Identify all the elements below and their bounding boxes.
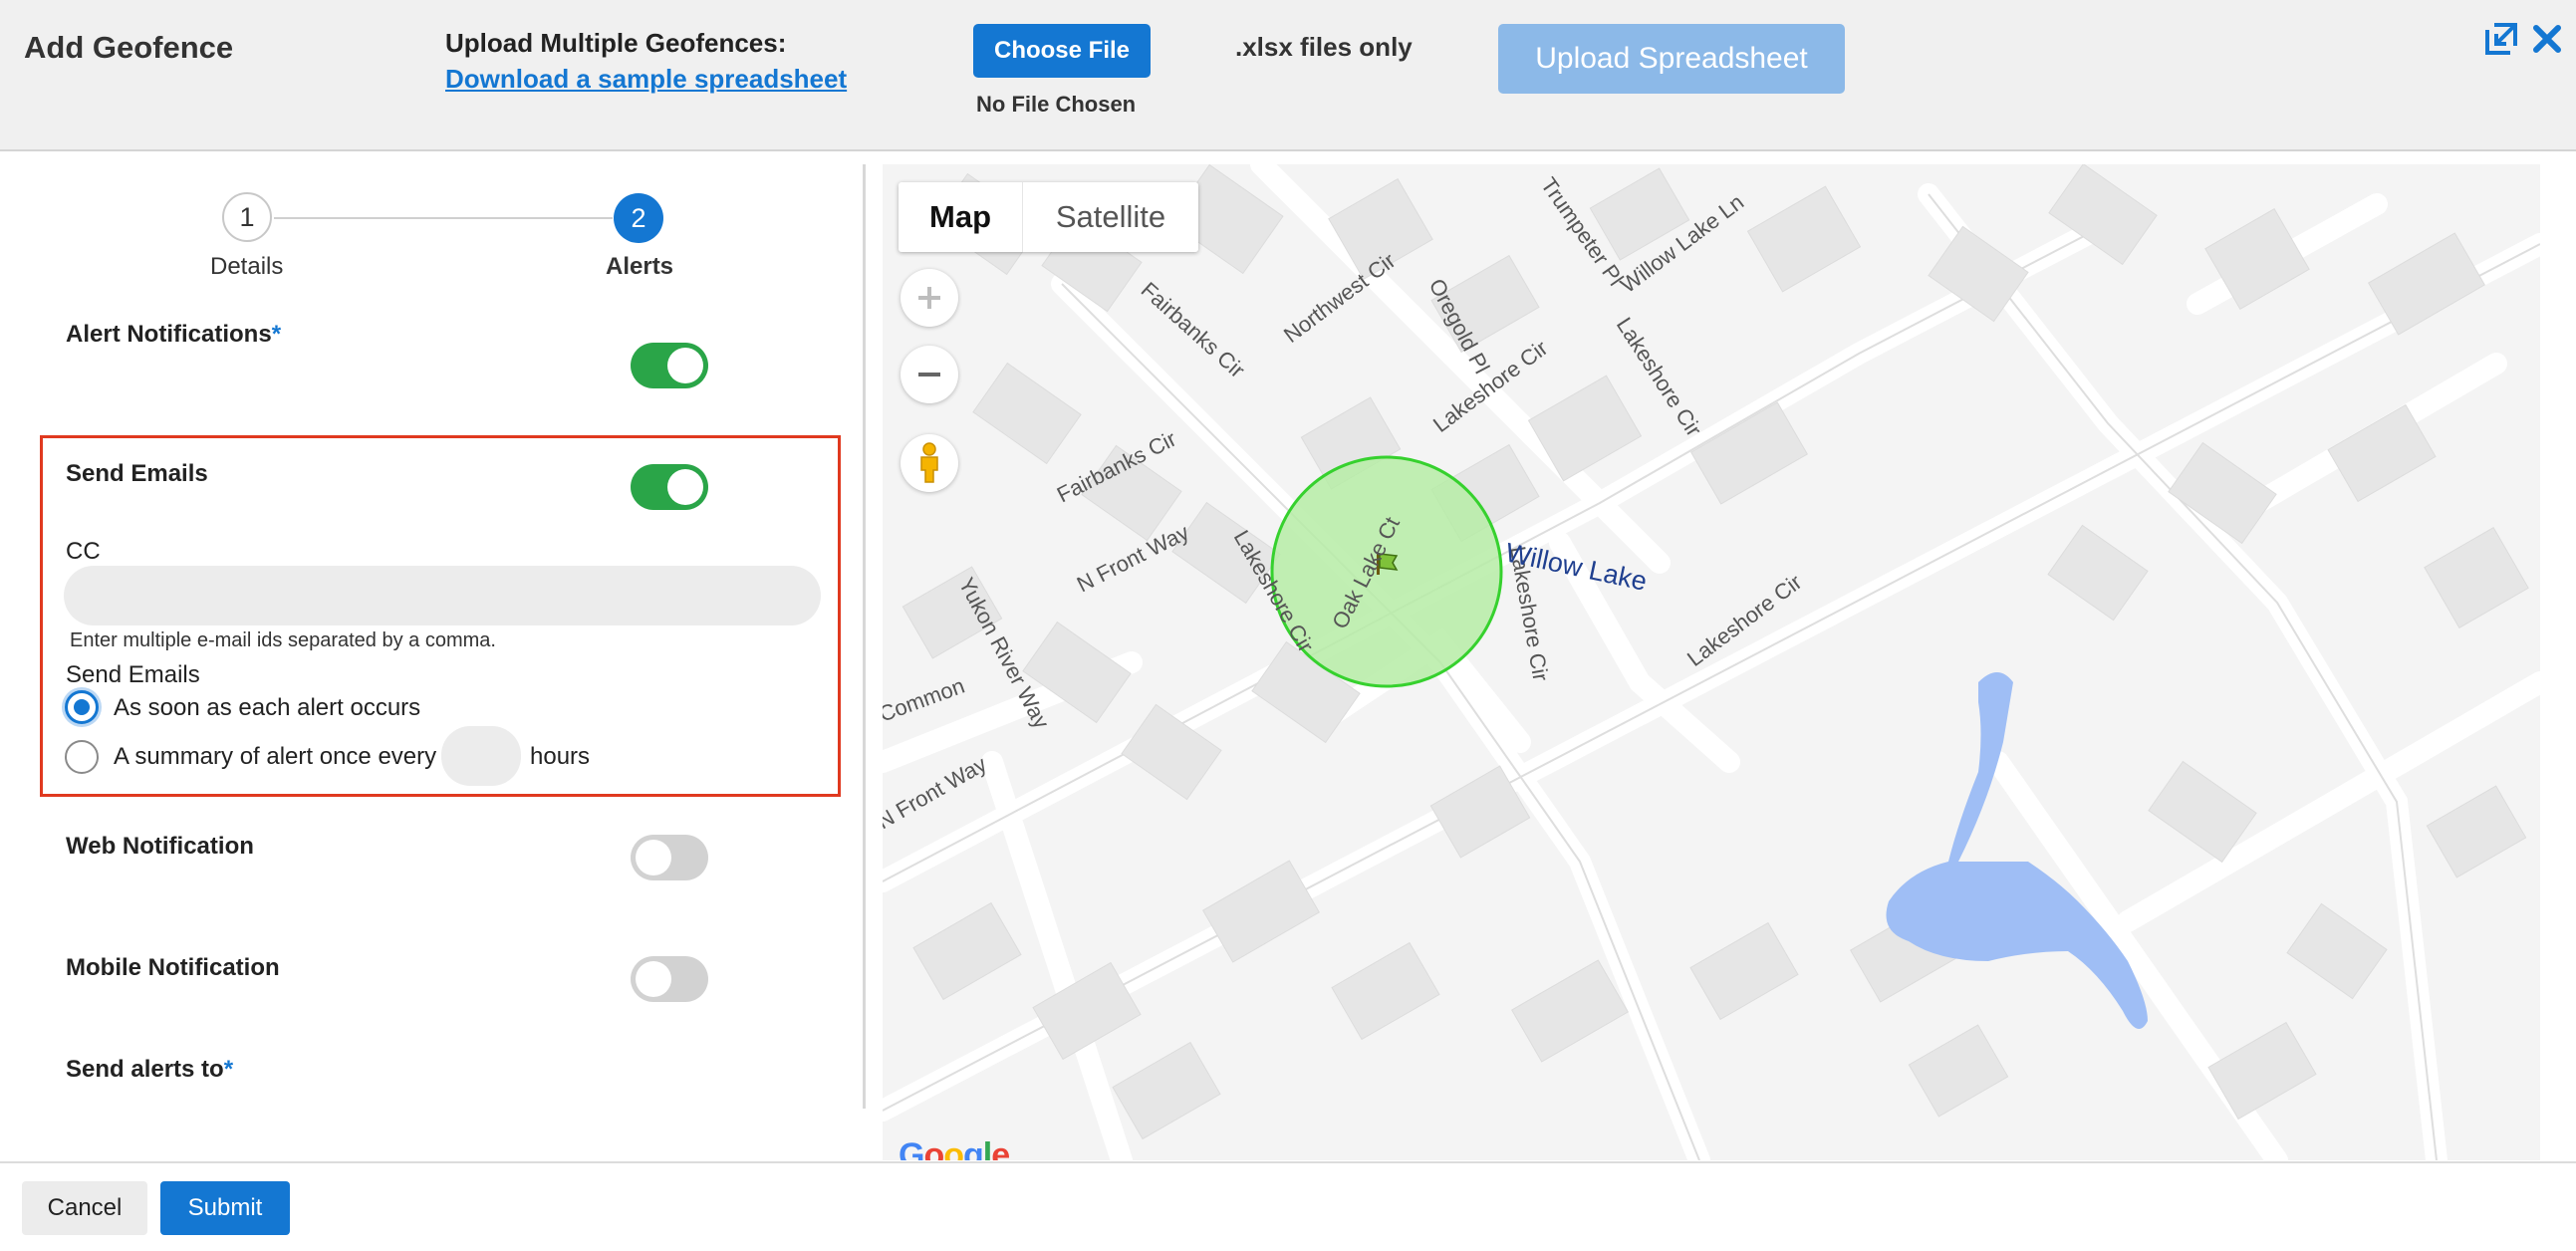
required-mark: * <box>271 321 282 348</box>
dialog-title: Add Geofence <box>24 30 234 65</box>
geofence-circle[interactable] <box>1270 455 1503 688</box>
map-type-control: Map Satellite <box>899 182 1198 252</box>
cc-help-text: Enter multiple e-mail ids separated by a… <box>70 629 496 651</box>
radio-summary-label: A summary of alert once every <box>114 743 437 770</box>
panel-divider <box>863 164 866 1109</box>
map-canvas[interactable]: Fairbanks Cir Northwest Cir Oregold Pl T… <box>883 164 2540 1160</box>
step-1-label: Details <box>210 253 284 280</box>
google-logo: Google <box>899 1136 1010 1160</box>
upload-spreadsheet-button[interactable]: Upload Spreadsheet <box>1498 24 1845 94</box>
alert-notifications-toggle[interactable] <box>631 343 708 388</box>
send-alerts-to-label: Send alerts to* <box>66 1056 234 1083</box>
mobile-notification-toggle[interactable] <box>631 956 708 1002</box>
send-emails-label: Send Emails <box>66 460 208 487</box>
map-type-satellite-button[interactable]: Satellite <box>1023 182 1198 252</box>
street-label: Common <box>883 673 968 727</box>
plus-icon[interactable] <box>901 269 958 327</box>
toggle-knob <box>636 840 671 876</box>
cc-input[interactable] <box>64 566 821 626</box>
step-1-circle[interactable]: 1 <box>222 192 272 242</box>
pegman-icon[interactable] <box>901 434 958 492</box>
file-type-hint: .xlsx files only <box>1235 32 1413 62</box>
minus-icon[interactable] <box>901 346 958 403</box>
email-frequency-label: Send Emails <box>66 661 200 688</box>
summary-hours-input[interactable] <box>441 726 521 786</box>
file-status: No File Chosen <box>976 92 1137 117</box>
submit-button[interactable]: Submit <box>160 1181 290 1235</box>
dialog-footer: Cancel Submit <box>0 1161 2576 1251</box>
toggle-knob <box>667 469 703 505</box>
radio-immediate[interactable] <box>65 690 99 724</box>
map-type-map-button[interactable]: Map <box>899 182 1023 252</box>
radio-summary[interactable] <box>65 740 99 774</box>
web-notification-label: Web Notification <box>66 833 254 860</box>
cancel-button[interactable]: Cancel <box>22 1181 147 1235</box>
toggle-knob <box>636 961 671 997</box>
step-2-label: Alerts <box>606 253 674 280</box>
stepper-line <box>274 217 613 219</box>
step-2-circle[interactable]: 2 <box>614 193 663 243</box>
close-icon[interactable] <box>2530 22 2564 56</box>
radio-immediate-label: As soon as each alert occurs <box>114 694 421 721</box>
expand-icon[interactable] <box>2484 22 2518 56</box>
map-view[interactable]: Fairbanks Cir Northwest Cir Oregold Pl T… <box>883 164 2540 1160</box>
choose-file-button[interactable]: Choose File <box>973 24 1151 78</box>
alert-notifications-label: Alert Notifications* <box>66 321 282 348</box>
upload-multiple-label: Upload Multiple Geofences: <box>445 28 787 58</box>
dialog-header: Add Geofence Upload Multiple Geofences: … <box>0 0 2576 151</box>
send-emails-toggle[interactable] <box>631 464 708 510</box>
web-notification-toggle[interactable] <box>631 835 708 880</box>
hours-label: hours <box>530 743 591 770</box>
download-sample-link[interactable]: Download a sample spreadsheet <box>445 64 847 95</box>
cc-label: CC <box>66 538 101 565</box>
mobile-notification-label: Mobile Notification <box>66 954 280 981</box>
required-mark: * <box>223 1056 234 1083</box>
toggle-knob <box>667 348 703 383</box>
street-label: N Front Way <box>1073 519 1193 597</box>
